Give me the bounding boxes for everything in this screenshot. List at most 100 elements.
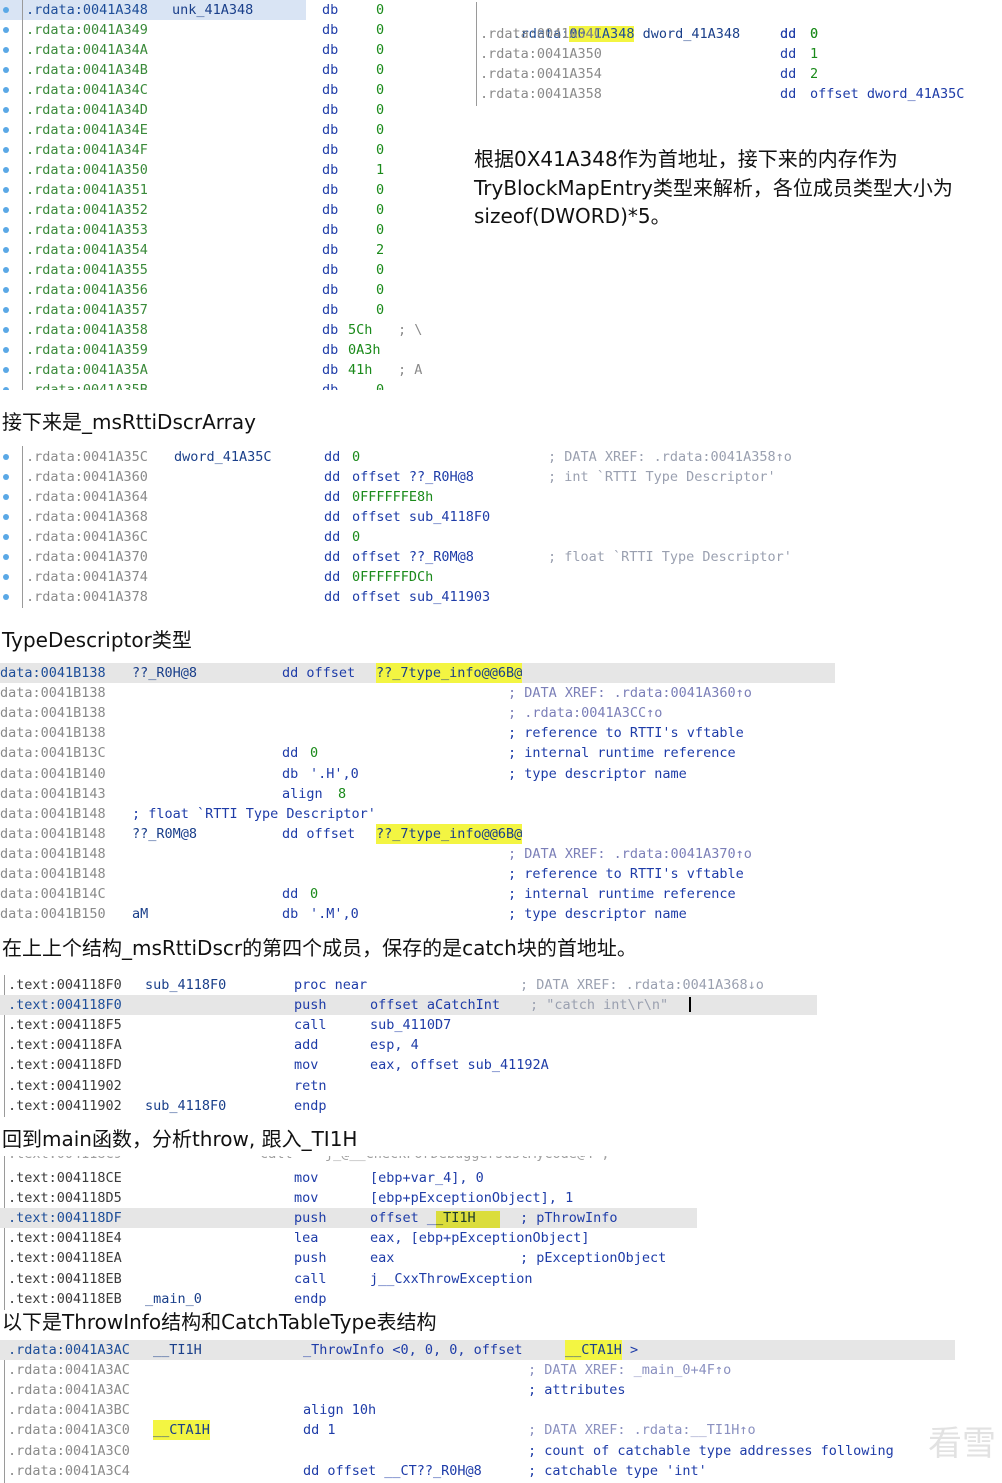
code-line[interactable]: .rdata:0041A354 db 2 (26, 240, 466, 260)
code-line[interactable]: .rdata:0041A370 dd offset ??_R0M@8 ; float … (26, 547, 996, 567)
code-line[interactable]: .rdata:0041A368 dd offset sub_4118F0 (26, 507, 996, 527)
code-line[interactable]: .rdata:0041A349 db 0 (26, 20, 466, 40)
code-line[interactable]: .rdata:0041A35B db 0 (26, 380, 466, 390)
code-line[interactable]: data:0041B148 ; DATA XREF: .rdata:0041A37… (0, 844, 1000, 864)
code-line[interactable]: .text:004118EA push eax ; pExceptionObject (8, 1248, 998, 1268)
code-line[interactable]: .rdata:0041A3C0 __CTA1H dd 1 ; DATA XREF: .… (8, 1420, 998, 1441)
breakpoint-dot[interactable] (3, 387, 9, 390)
code-line[interactable]: .rdata:0041A348 dword_41A348 dd 0 (480, 4, 818, 42)
breakpoint-dot[interactable] (3, 494, 9, 500)
code-line[interactable]: .rdata:0041A374 dd 0FFFFFFDCh (26, 567, 996, 587)
symbol-name[interactable]: unk_41A348 (172, 0, 253, 20)
code-line[interactable]: .text:004118EB call j__CxxThrowException (8, 1269, 998, 1289)
breakpoint-dot[interactable] (3, 107, 9, 113)
symbol-name[interactable]: sub_4118F0 (145, 975, 226, 995)
code-line[interactable]: .rdata:0041A357 db 0 (26, 300, 466, 320)
code-line[interactable]: data:0041B143 align 8 (0, 784, 1000, 804)
code-line[interactable]: .rdata:0041A351 db 0 (26, 180, 466, 200)
code-line[interactable]: data:0041B148 ??_R0M@8 dd offset ??_7type_… (0, 823, 1000, 844)
symbol-name[interactable]: ??_R0H@8 (132, 663, 197, 683)
code-line[interactable]: .rdata:0041A3C4 dd offset __CT??_R0H@8 ; c… (8, 1461, 998, 1481)
symbol-name[interactable]: aM (132, 904, 148, 924)
code-line[interactable]: .rdata:0041A34D db 0 (26, 100, 466, 120)
code-line[interactable]: .rdata:0041A378 dd offset sub_411903 (26, 587, 996, 607)
code-line[interactable]: .text:004118E4 lea eax, [ebp+pExceptionObj… (8, 1228, 998, 1248)
highlighted-symbol[interactable]: ??_7type_info@@6B@ (376, 663, 523, 683)
code-line[interactable]: .rdata:0041A350 db 1 (26, 160, 466, 180)
code-line[interactable]: .text:004118CE mov [ebp+var_4], 0 (8, 1168, 998, 1188)
highlighted-symbol[interactable]: ??_7type_info@@6B@ (376, 823, 523, 844)
code-line[interactable]: .text:00411902 retn (8, 1076, 998, 1096)
code-line[interactable]: .rdata:0041A364 dd 0FFFFFFE8h (26, 487, 996, 507)
code-line[interactable]: .text:004118FD mov eax, offset sub_41192A (8, 1055, 998, 1075)
breakpoint-dot[interactable] (3, 327, 9, 333)
symbol-name[interactable]: ??_R0M@8 (132, 824, 197, 844)
breakpoint-dot[interactable] (3, 287, 9, 293)
breakpoint-dot[interactable] (3, 554, 9, 560)
code-line[interactable]: .rdata:0041A352 db 0 (26, 200, 466, 220)
code-line[interactable]: .rdata:0041A35A db 41h ; A (26, 360, 466, 380)
breakpoint-dot[interactable] (3, 367, 9, 373)
code-line[interactable]: .rdata:0041A354 dd 2 (480, 64, 1000, 84)
breakpoint-dot[interactable] (3, 267, 9, 273)
breakpoint-dot[interactable] (3, 27, 9, 33)
code-line[interactable]: .rdata:0041A348 unk_41A348 db 0 (26, 0, 466, 20)
code-line[interactable]: .rdata:0041A35C dword_41A35C dd 0 ; DATA XRE… (26, 447, 996, 467)
code-line[interactable]: .rdata:0041A36C dd 0 (26, 527, 996, 547)
breakpoint-dot[interactable] (3, 187, 9, 193)
code-line[interactable]: .rdata:0041A34F db 0 (26, 140, 466, 160)
code-line[interactable]: data:0041B138 ; DATA XREF: .rdata:0041A36… (0, 683, 1000, 703)
breakpoint-dot[interactable] (3, 167, 9, 173)
code-line[interactable]: .rdata:0041A3AC ; DATA XREF: _main_0+4F↑o (8, 1360, 998, 1380)
code-line[interactable]: .text:004118D5 mov [ebp+pExceptionObject],… (8, 1188, 998, 1208)
code-line[interactable]: .rdata:0041A34C dd 0 (480, 24, 1000, 44)
symbol-name[interactable]: _main_0 (145, 1289, 202, 1309)
code-line[interactable]: .rdata:0041A34E db 0 (26, 120, 466, 140)
code-line[interactable]: .rdata:0041A34A db 0 (26, 40, 466, 60)
code-line[interactable]: data:0041B148 ; float `RTTI Type Descript… (0, 804, 1000, 824)
breakpoint-dot[interactable] (3, 47, 9, 53)
breakpoint-dot[interactable] (3, 594, 9, 600)
code-line[interactable]: .rdata:0041A353 db 0 (26, 220, 466, 240)
breakpoint-dot[interactable] (3, 87, 9, 93)
breakpoint-dot[interactable] (3, 227, 9, 233)
symbol-name[interactable]: __TI1H (153, 1340, 202, 1360)
code-line[interactable]: .rdata:0041A3AC __TI1H _ThrowInfo <0, 0, 0… (8, 1340, 998, 1360)
code-line[interactable]: .rdata:0041A3AC ; attributes (8, 1380, 998, 1400)
code-line[interactable]: .text:004118EB _main_0 endp (8, 1289, 998, 1309)
symbol-name[interactable]: __CTA1H (153, 1420, 210, 1441)
code-line[interactable]: data:0041B14C dd 0 ; internal runtime refe… (0, 884, 1000, 904)
code-line[interactable]: data:0041B13C dd 0 ; internal runtime refe… (0, 743, 1000, 763)
breakpoint-dot[interactable] (3, 147, 9, 153)
breakpoint-dot[interactable] (3, 307, 9, 313)
code-line[interactable]: .text:004118F0 sub_4118F0 proc near ; DATA … (8, 975, 998, 995)
code-line[interactable]: .rdata:0041A358 db 5Ch ; \ (26, 320, 466, 340)
breakpoint-dot[interactable] (3, 247, 9, 253)
code-line[interactable]: data:0041B138 ??_R0H@8 dd offset ??_7type_… (0, 663, 1000, 683)
code-line[interactable]: .text:00411902 sub_4118F0 endp (8, 1096, 998, 1116)
breakpoint-dot[interactable] (3, 514, 9, 520)
highlighted-symbol[interactable]: __CTA1H (565, 1340, 622, 1360)
code-line[interactable]: .rdata:0041A359 db 0A3h (26, 340, 466, 360)
code-line[interactable]: data:0041B150 aM db '.M',0 ; type descripto… (0, 904, 1000, 924)
code-line[interactable]: .rdata:0041A360 dd offset ??_R0H@8 ; int `R… (26, 467, 996, 487)
code-line[interactable]: data:0041B138 ; .rdata:0041A3CC↑o (0, 703, 1000, 723)
code-line[interactable]: .text:004118F0 push offset aCatchInt ; "cat… (8, 995, 998, 1015)
code-line[interactable]: .rdata:0041A358 dd offset dword_41A35C (480, 84, 1000, 104)
breakpoint-dot[interactable] (3, 454, 9, 460)
breakpoint-dot[interactable] (3, 347, 9, 353)
code-line[interactable]: .rdata:0041A34C db 0 (26, 80, 466, 100)
code-line[interactable]: .rdata:0041A350 dd 1 (480, 44, 1000, 64)
code-line[interactable]: .rdata:0041A355 db 0 (26, 260, 466, 280)
code-line[interactable]: .rdata:0041A3BC align 10h (8, 1400, 998, 1420)
symbol-name[interactable]: dword_41A35C (174, 447, 272, 467)
code-line[interactable]: .rdata:0041A3C0 ; count of catchable type… (8, 1441, 998, 1461)
code-line[interactable]: data:0041B148 ; reference to RTTI's vftab… (0, 864, 1000, 884)
code-line[interactable]: data:0041B138 ; reference to RTTI's vftab… (0, 723, 1000, 743)
breakpoint-dot[interactable] (3, 574, 9, 580)
breakpoint-dot[interactable] (3, 534, 9, 540)
breakpoint-dot[interactable] (3, 127, 9, 133)
breakpoint-dot[interactable] (3, 67, 9, 73)
breakpoint-dot[interactable] (3, 207, 9, 213)
code-line[interactable]: .rdata:0041A356 db 0 (26, 280, 466, 300)
